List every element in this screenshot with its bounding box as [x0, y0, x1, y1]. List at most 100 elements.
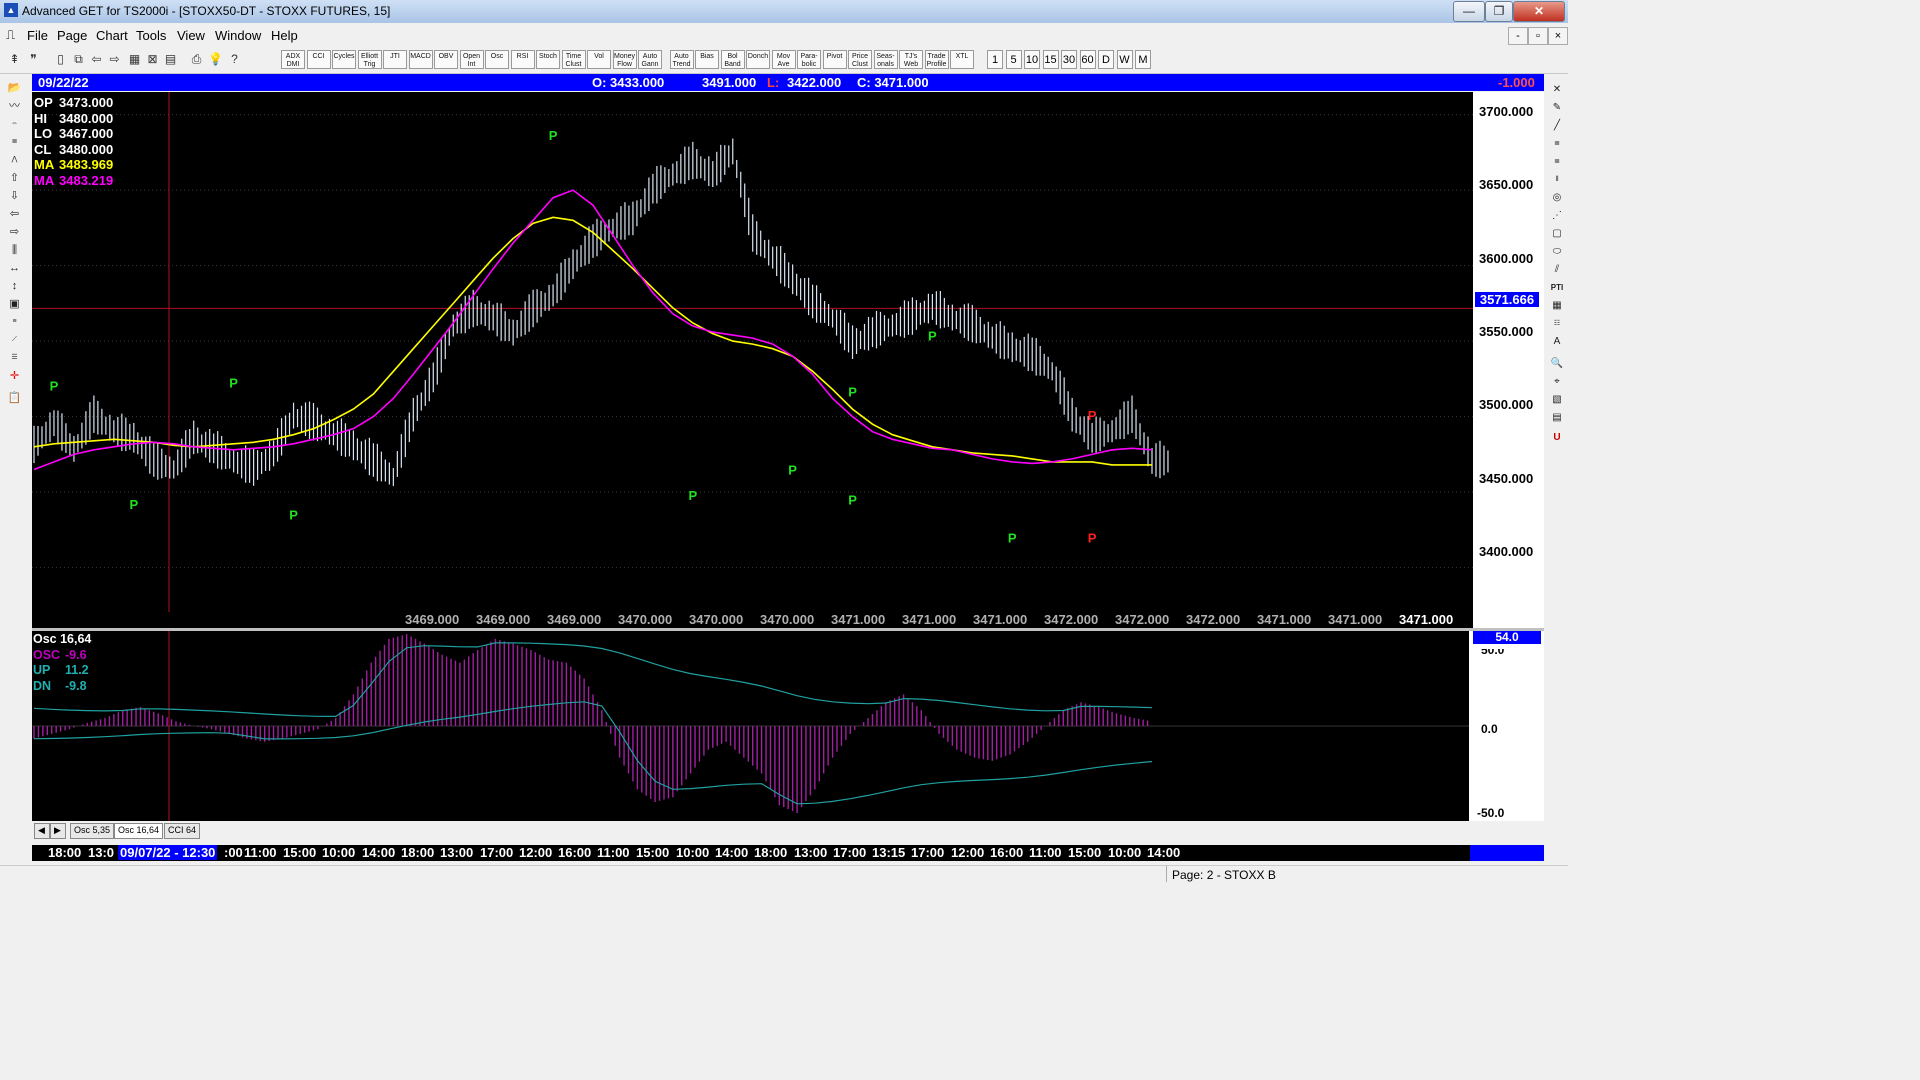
copy-icon[interactable]: ⧉: [70, 50, 87, 69]
line-tool-icon[interactable]: ╱: [1548, 118, 1566, 134]
study-button-22[interactable]: Price Clust: [848, 50, 872, 69]
study-button-20[interactable]: Para- bolic: [797, 50, 821, 69]
close-button[interactable]: ✕: [1513, 1, 1565, 22]
bars-icon[interactable]: ⫼: [4, 242, 25, 258]
reset-icon[interactable]: ⇔: [4, 116, 25, 132]
menu-tools[interactable]: Tools: [136, 28, 166, 43]
fib-icon[interactable]: ☰: [4, 350, 25, 366]
open-icon[interactable]: 📂: [4, 80, 25, 96]
list-icon[interactable]: ▤: [1548, 410, 1566, 426]
study-button-14[interactable]: Auto Gann: [638, 50, 662, 69]
mdi-minimize-button[interactable]: -: [1508, 27, 1528, 45]
menu-window[interactable]: Window: [215, 28, 261, 43]
arrow-right-icon[interactable]: ⇨: [4, 224, 25, 240]
period-button-60[interactable]: 60: [1079, 50, 1096, 69]
new-page-icon[interactable]: ▯: [52, 50, 69, 69]
tab-scroll-left-icon[interactable]: ◀: [34, 823, 50, 839]
menu-help[interactable]: Help: [271, 28, 298, 43]
study-button-11[interactable]: Time Clust: [561, 50, 586, 69]
study-button-19[interactable]: Mov Ave: [771, 50, 796, 69]
tab-scroll-right-icon[interactable]: ▶: [50, 823, 66, 839]
study-button-24[interactable]: TJ's Web: [899, 50, 923, 69]
elliott-icon[interactable]: ⋀: [4, 152, 25, 168]
spiral-icon[interactable]: ◎: [1548, 190, 1566, 206]
oscillator-chart[interactable]: Osc 16,64 OSC -9.6 UP 11.2 DN -9.8: [32, 631, 1469, 821]
tile-icon[interactable]: ▦: [126, 50, 143, 69]
mob-icon[interactable]: ☷: [1548, 316, 1566, 332]
pencil-icon[interactable]: ✎: [1548, 100, 1566, 116]
zoom-horizontal-icon[interactable]: ↔: [4, 260, 25, 276]
price-chart[interactable]: P P P P P P P P P P P P P OP 3473.000 HI 3480.000 LO 3467…: [32, 92, 1544, 628]
period-button-W[interactable]: W: [1116, 50, 1133, 69]
minimize-button[interactable]: —: [1453, 1, 1485, 22]
magnet-icon[interactable]: U: [1548, 430, 1566, 446]
period-button-10[interactable]: 10: [1024, 50, 1040, 69]
tag-icon[interactable]: ⌖: [1548, 374, 1566, 390]
study-button-9[interactable]: RSI: [510, 50, 535, 69]
text-tool-icon[interactable]: A: [1548, 334, 1566, 350]
price-axis[interactable]: 3700.000 3650.000 3600.000 3550.000 3500.000…: [1473, 92, 1544, 628]
arrow-down-icon[interactable]: ⇩: [4, 188, 25, 204]
study-button-15[interactable]: Auto Trend: [669, 50, 694, 69]
arrow-left-icon[interactable]: ⇦: [4, 206, 25, 222]
fib-ret-icon[interactable]: ≣: [1548, 136, 1566, 152]
period-button-30[interactable]: 30: [1061, 50, 1077, 69]
period-button-5[interactable]: 5: [1005, 50, 1022, 69]
back-icon[interactable]: ⇦: [88, 50, 105, 69]
fib-time-icon[interactable]: ⦀: [1548, 172, 1566, 188]
tab-osc-5-35[interactable]: Osc 5,35: [70, 823, 115, 839]
tab-osc-16-64[interactable]: Osc 16,64: [114, 823, 164, 839]
help-icon[interactable]: ?: [226, 50, 243, 69]
study-button-3[interactable]: Elliott Trig: [357, 50, 382, 69]
period-button-1[interactable]: 1: [987, 50, 1003, 69]
tip-icon[interactable]: 💡: [207, 50, 224, 69]
lines-icon[interactable]: ≡: [4, 314, 25, 330]
menu-view[interactable]: View: [177, 28, 205, 43]
study-button-10[interactable]: Stoch: [536, 50, 560, 69]
period-button-15[interactable]: 15: [1042, 50, 1059, 69]
oscillator-axis[interactable]: 54.0 50.0 0.0 -50.0: [1469, 631, 1544, 821]
grid-icon[interactable]: ▤: [162, 50, 179, 69]
study-icon[interactable]: ≣: [4, 134, 25, 150]
magnifier-icon[interactable]: 🔍: [1548, 356, 1566, 372]
study-button-6[interactable]: OBV: [434, 50, 458, 69]
quote-icon[interactable]: ❞: [25, 50, 42, 69]
box-icon[interactable]: ▢: [1548, 226, 1566, 242]
ruler-icon[interactable]: ▧: [1548, 392, 1566, 408]
study-button-17[interactable]: Bol Band: [720, 50, 745, 69]
fib-ext-icon[interactable]: ≣: [1548, 154, 1566, 170]
forward-icon[interactable]: ⇨: [106, 50, 123, 69]
maximize-button[interactable]: ❐: [1485, 1, 1513, 22]
study-button-16[interactable]: Bias: [695, 50, 719, 69]
study-button-2[interactable]: Cycles: [332, 50, 356, 69]
wave-icon[interactable]: 〰: [4, 98, 25, 114]
ellipse-icon[interactable]: ⬭: [1548, 244, 1566, 260]
print-icon[interactable]: ⎙: [188, 50, 205, 69]
table-icon[interactable]: ▦: [1548, 298, 1566, 314]
channel-icon[interactable]: ⫽: [1548, 262, 1566, 278]
tab-cci-64[interactable]: CCI 64: [164, 823, 201, 839]
arrow-up-icon[interactable]: ⇧: [4, 170, 25, 186]
study-button-1[interactable]: CCI: [306, 50, 331, 69]
study-button-0[interactable]: ADX DMI: [281, 50, 305, 69]
study-button-4[interactable]: JTI: [383, 50, 407, 69]
period-button-M[interactable]: M: [1135, 50, 1151, 69]
menu-page[interactable]: Page: [57, 28, 87, 43]
pointer-icon[interactable]: ⇞: [6, 50, 23, 69]
fan-icon[interactable]: ⋰: [1548, 208, 1566, 224]
window-icon[interactable]: ▣: [4, 296, 25, 312]
clipboard-icon[interactable]: 📋: [4, 390, 25, 406]
zoom-vertical-icon[interactable]: ↕: [4, 278, 25, 294]
cross-tool-icon[interactable]: ✕: [1548, 82, 1566, 98]
mdi-close-button[interactable]: ×: [1548, 27, 1568, 45]
study-button-13[interactable]: Money Flow: [612, 50, 637, 69]
study-button-12[interactable]: Vol: [587, 50, 611, 69]
study-button-25[interactable]: Trade Profile: [924, 50, 949, 69]
time-axis[interactable]: 18:00 13:0 09/07/22 - 12:30:00 11:00 15:00 10…: [32, 845, 1544, 861]
menu-chart[interactable]: Chart: [96, 28, 128, 43]
study-button-23[interactable]: Seas- onals: [873, 50, 898, 69]
period-button-D[interactable]: D: [1098, 50, 1114, 69]
study-button-7[interactable]: Open Int: [459, 50, 484, 69]
study-button-26[interactable]: XTL: [950, 50, 974, 69]
delete-icon[interactable]: ⊠: [144, 50, 161, 69]
